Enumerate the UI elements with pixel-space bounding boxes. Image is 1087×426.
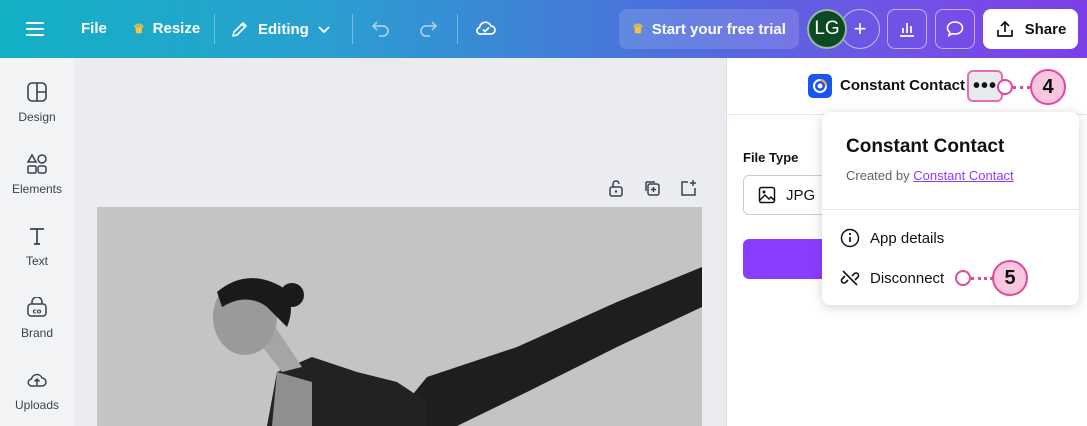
disconnect-icon xyxy=(840,270,860,286)
created-by-prefix: Created by xyxy=(846,168,910,183)
sidebar-item-label: Design xyxy=(18,110,56,124)
trial-label: Start your free trial xyxy=(651,20,786,38)
callout-badge-5: 5 xyxy=(992,260,1028,296)
callout-pointer-dot xyxy=(955,270,971,286)
menu-icon[interactable] xyxy=(26,19,48,39)
bar-chart-icon xyxy=(900,23,914,37)
file-type-label: File Type xyxy=(743,150,799,165)
toolbar-divider xyxy=(352,14,353,44)
share-button[interactable]: Share xyxy=(983,9,1078,49)
sidebar-item-label: Brand xyxy=(20,326,54,340)
sidebar-item-elements[interactable]: Elements xyxy=(0,153,74,196)
design-photo[interactable] xyxy=(97,207,702,426)
sidebar-item-label: Text xyxy=(25,254,48,268)
uploads-icon xyxy=(27,373,47,387)
callout-number: 4 xyxy=(1042,75,1054,98)
duplicate-page-icon[interactable] xyxy=(643,179,661,197)
sidebar-item-brand[interactable]: co Brand xyxy=(0,297,74,340)
cloud-saved-icon[interactable] xyxy=(474,16,498,40)
chevron-down-icon xyxy=(318,26,330,34)
toolbar-divider xyxy=(457,14,458,44)
avatar-initials: LG xyxy=(814,18,840,39)
callout-badge-4: 4 xyxy=(1030,69,1066,105)
left-sidebar: Design Elements Text co Brand Uploads xyxy=(0,58,74,426)
sidebar-item-design[interactable]: Design xyxy=(0,81,74,124)
toolbar-divider xyxy=(214,14,215,44)
design-icon xyxy=(27,82,47,102)
text-icon xyxy=(30,228,44,245)
file-type-select[interactable]: JPG xyxy=(743,175,833,215)
created-by-text: Created by Constant Contact xyxy=(846,168,1014,183)
menu-item-label: App details xyxy=(870,229,945,247)
sidebar-item-label: Elements xyxy=(11,182,63,196)
crown-icon: ♛ xyxy=(632,21,644,36)
elements-icon xyxy=(26,153,47,174)
sidebar-item-text[interactable]: Text xyxy=(0,225,74,268)
lock-icon[interactable] xyxy=(607,179,625,197)
svg-text:co: co xyxy=(33,308,42,316)
resize-label: Resize xyxy=(152,20,201,37)
constant-contact-logo-icon xyxy=(808,74,832,98)
sidebar-item-label: Uploads xyxy=(14,398,60,412)
image-icon xyxy=(758,186,776,204)
upload-button[interactable] xyxy=(743,239,833,279)
callout-pointer-dot xyxy=(997,79,1013,95)
share-icon xyxy=(996,20,1013,37)
app-title: Constant Contact xyxy=(840,77,965,94)
insights-button[interactable] xyxy=(887,9,927,49)
menu-item-label: Disconnect xyxy=(870,269,945,287)
dropdown-divider xyxy=(822,209,1079,210)
pencil-icon xyxy=(232,22,247,37)
app-details-menu-item[interactable]: App details xyxy=(840,228,944,248)
callout-connector xyxy=(1013,86,1030,89)
top-toolbar: File ♛ Resize Editing ♛ Start your free … xyxy=(0,0,1087,58)
created-by-link[interactable]: Constant Contact xyxy=(913,168,1013,183)
file-menu-button[interactable]: File xyxy=(81,20,107,37)
sidebar-item-uploads[interactable]: Uploads xyxy=(0,369,74,412)
add-page-icon[interactable] xyxy=(679,179,697,197)
dropdown-title: Constant Contact xyxy=(846,136,1005,157)
avatar[interactable]: LG xyxy=(807,9,847,49)
brand-icon: co xyxy=(27,297,47,317)
crown-icon: ♛ xyxy=(133,20,145,36)
callout-connector xyxy=(971,277,993,280)
redo-icon[interactable] xyxy=(417,17,439,39)
resize-button[interactable]: ♛ Resize xyxy=(133,20,200,37)
yoga-photo-image xyxy=(97,207,702,426)
start-free-trial-button[interactable]: ♛ Start your free trial xyxy=(619,9,799,49)
undo-icon[interactable] xyxy=(370,17,392,39)
comment-icon xyxy=(946,21,964,38)
file-label: File xyxy=(81,20,107,37)
disconnect-menu-item[interactable]: Disconnect xyxy=(840,268,944,288)
editing-mode-button[interactable]: Editing xyxy=(230,19,331,39)
more-icon: ••• xyxy=(972,74,997,97)
comments-button[interactable] xyxy=(935,9,975,49)
editing-label: Editing xyxy=(258,20,309,38)
callout-number: 5 xyxy=(1004,266,1016,289)
info-icon xyxy=(840,228,860,248)
file-type-value: JPG xyxy=(786,186,816,204)
share-label: Share xyxy=(1024,20,1067,38)
